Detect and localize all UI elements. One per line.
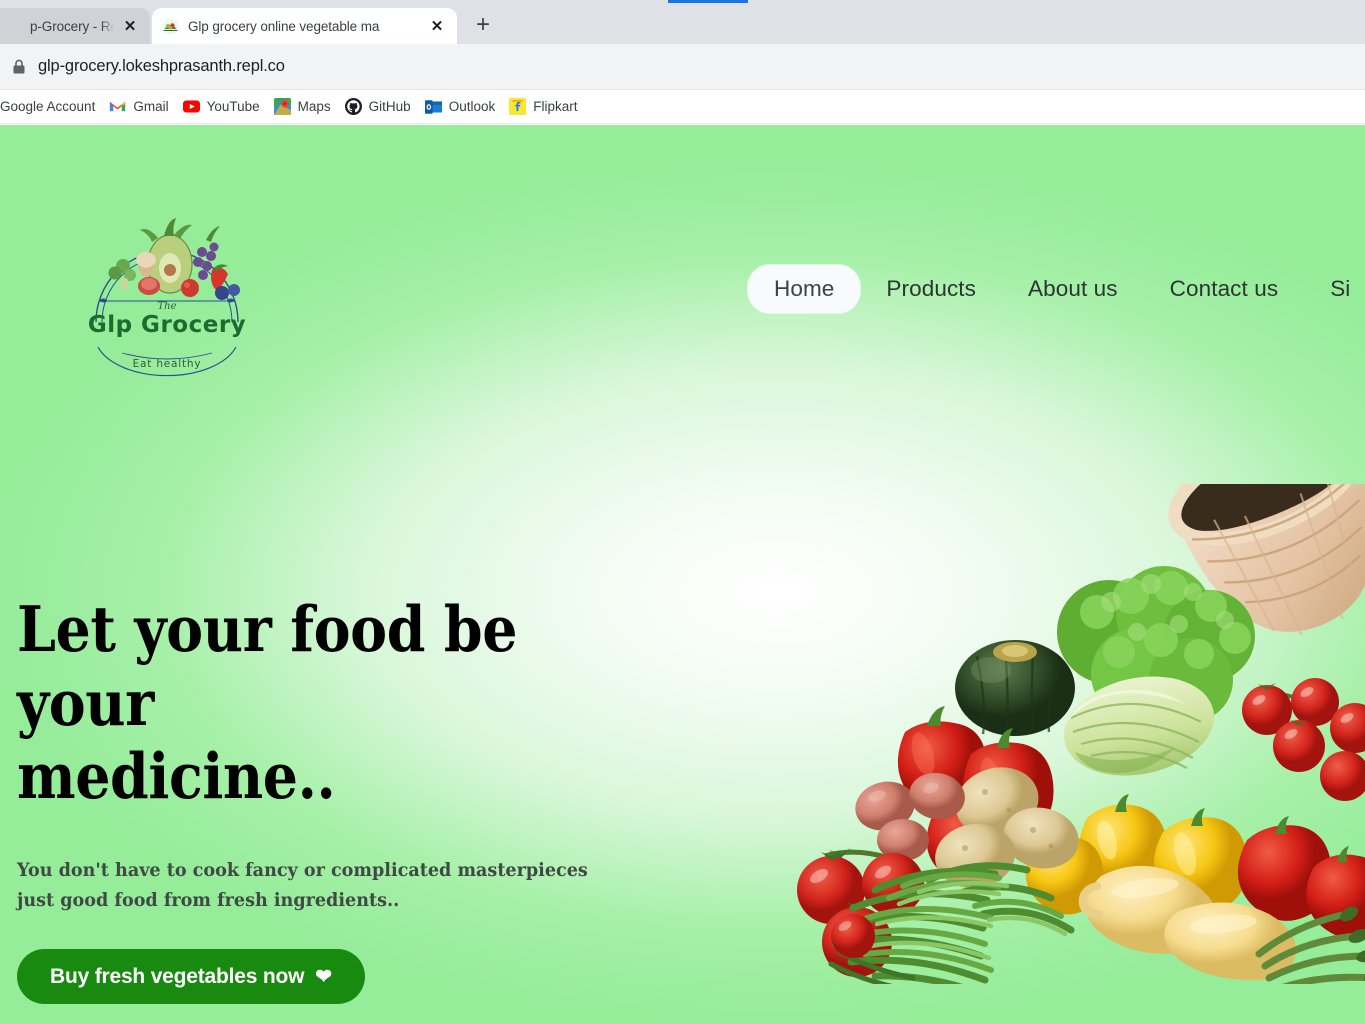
bookmark-youtube[interactable]: YouTube (176, 94, 267, 120)
glp-grocery-logo-graphic: The Glp Grocery (88, 218, 246, 338)
nav-item-about-us[interactable]: About us (1002, 265, 1144, 313)
svg-text:The: The (157, 301, 176, 312)
bookmark-label: Flipkart (533, 99, 578, 114)
hero-section: Let your food be your medicine.. You don… (17, 592, 737, 1005)
new-tab-button[interactable]: + (467, 9, 499, 41)
bookmark-gmail[interactable]: Gmail (102, 94, 175, 120)
bookmark-flipkart[interactable]: Flipkart (502, 94, 584, 120)
bookmark-google-account[interactable]: Google Account (0, 94, 102, 120)
hero-subtitle: You don't have to cook fancy or complica… (17, 860, 588, 912)
vegetable-basket-image (779, 426, 1365, 1004)
nav-item-sign-in[interactable]: Si (1304, 265, 1365, 313)
tab-title: Glp grocery online vegetable ma (188, 18, 380, 34)
bookmark-github[interactable]: GitHub (338, 94, 418, 120)
tab-strip: p-Grocery - Replit ✕ Glp grocery online … (0, 4, 1365, 44)
browser-window: p-Grocery - Replit ✕ Glp grocery online … (0, 0, 1365, 1024)
tab-glp-grocery[interactable]: Glp grocery online vegetable ma ✕ (152, 8, 457, 44)
google-maps-icon (273, 98, 291, 115)
address-bar[interactable]: glp-grocery.lokeshprasanth.repl.co (0, 44, 1365, 90)
loading-progress-indicator (668, 0, 748, 3)
buy-fresh-vegetables-button[interactable]: Buy fresh vegetables now ❤ (17, 949, 365, 1005)
bookmark-label: Outlook (448, 99, 496, 114)
replit-icon (4, 17, 21, 35)
logo-tagline-graphic: Eat healthy (97, 346, 237, 377)
nav-item-contact-us[interactable]: Contact us (1144, 265, 1305, 313)
glp-grocery-icon (162, 18, 179, 35)
tab-title: p-Grocery - Replit (30, 18, 114, 34)
flipkart-icon (509, 98, 527, 115)
youtube-icon (182, 98, 200, 115)
page-viewport: The Glp Grocery Eat healthy Home Product… (0, 125, 1365, 1024)
svg-text:Eat healthy: Eat healthy (133, 358, 202, 370)
cta-label: Buy fresh vegetables now (50, 965, 305, 989)
heart-icon: ❤ (315, 965, 332, 988)
bookmark-maps[interactable]: Maps (267, 94, 338, 120)
main-navigation: Home Products About us Contact us Si (748, 265, 1365, 313)
bookmark-label: Gmail (133, 99, 169, 114)
tab-replit[interactable]: p-Grocery - Replit ✕ (0, 8, 150, 44)
lock-icon[interactable] (8, 56, 30, 78)
nav-item-home[interactable]: Home (748, 265, 861, 313)
hero-title: Let your food be your medicine.. (17, 592, 518, 814)
bookmark-label: GitHub (368, 99, 411, 114)
bookmark-outlook[interactable]: Outlook (418, 94, 503, 120)
bookmark-label: Google Account (0, 99, 96, 114)
close-icon[interactable]: ✕ (427, 16, 447, 36)
bookmark-label: Maps (297, 99, 331, 114)
gmail-icon (109, 98, 126, 115)
bookmarks-bar: Google Account Gmail YouTube Maps GitHub… (0, 90, 1365, 124)
nav-item-products[interactable]: Products (860, 265, 1002, 313)
site-logo[interactable]: The Glp Grocery Eat healthy (86, 202, 248, 377)
bookmark-label: YouTube (206, 99, 260, 114)
close-icon[interactable]: ✕ (120, 16, 140, 36)
url-text: glp-grocery.lokeshprasanth.repl.co (38, 57, 285, 75)
site-header: The Glp Grocery Eat healthy Home Product… (0, 125, 1365, 377)
svg-text:Glp Grocery: Glp Grocery (88, 312, 246, 338)
github-icon (344, 98, 362, 115)
outlook-icon (424, 98, 442, 115)
